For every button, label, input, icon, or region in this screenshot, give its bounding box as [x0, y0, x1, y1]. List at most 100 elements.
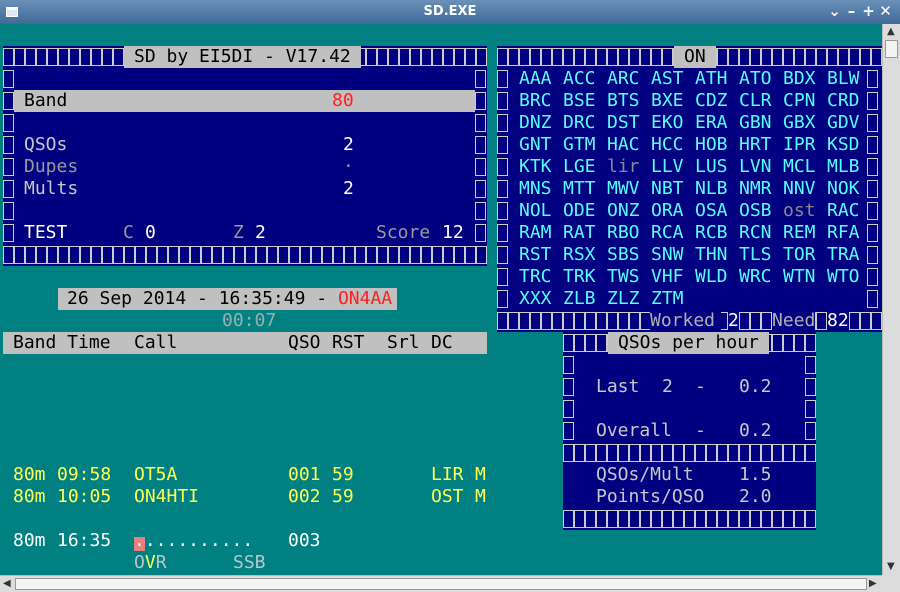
- vertical-scrollbar[interactable]: ▲ ▼: [882, 24, 900, 575]
- border-cell: [497, 136, 508, 154]
- scroll-down-icon[interactable]: ▼: [887, 561, 895, 572]
- border-cell: [475, 136, 486, 154]
- close-button[interactable]: ✕: [877, 2, 894, 20]
- multiplier-nok: NOK: [827, 178, 860, 199]
- border-cell: [783, 510, 794, 528]
- need-value: 82: [827, 310, 849, 332]
- rate-panel-border: [563, 442, 816, 464]
- log-col-qso: QSO: [288, 332, 321, 353]
- multiplier-onz: ONZ: [607, 200, 640, 221]
- horizontal-scrollbar[interactable]: ◀ ▶: [0, 575, 882, 592]
- border-cell: [739, 312, 750, 330]
- border-cell: [432, 48, 443, 66]
- border-cell: [585, 510, 596, 528]
- border-cell: [190, 246, 201, 264]
- multiplier-blw: BLW: [827, 68, 860, 89]
- border-cell: [849, 312, 860, 330]
- border-cell: [497, 202, 508, 220]
- border-cell: [651, 444, 662, 462]
- multiplier-rca: RCA: [651, 222, 684, 243]
- border-cell: [91, 246, 102, 264]
- multiplier-dnz: DNZ: [519, 112, 552, 133]
- multiplier-rcb: RCB: [695, 222, 728, 243]
- log-band: 80m: [13, 464, 46, 485]
- entry-qso-number: 003: [288, 530, 321, 551]
- scroll-right-icon[interactable]: ▶: [869, 578, 877, 589]
- multiplier-zlz: ZLZ: [607, 288, 640, 309]
- multiplier-panel-border: [497, 68, 509, 310]
- multiplier-gdv: GDV: [827, 112, 860, 133]
- border-cell: [574, 334, 585, 352]
- border-cell: [867, 246, 878, 264]
- multiplier-nmr: NMR: [739, 178, 772, 199]
- border-cell: [783, 334, 794, 352]
- multiplier-cpn: CPN: [783, 90, 816, 111]
- scroll-left-icon[interactable]: ◀: [3, 578, 11, 589]
- multiplier-xxx: XXX: [519, 288, 552, 309]
- maximize-button[interactable]: +: [860, 2, 877, 20]
- border-cell: [860, 48, 871, 66]
- multiplier-rbo: RBO: [607, 222, 640, 243]
- log-mult: LIR: [431, 464, 464, 485]
- border-cell: [377, 246, 388, 264]
- border-cell: [867, 268, 878, 286]
- border-cell: [871, 312, 882, 330]
- log-flag: M: [475, 486, 486, 507]
- menu-chevron-icon[interactable]: ⌄: [826, 2, 843, 20]
- multiplier-lvn: LVN: [739, 156, 772, 177]
- border-cell: [867, 114, 878, 132]
- multiplier-wrc: WRC: [739, 266, 772, 287]
- border-cell: [58, 246, 69, 264]
- call-entry-field[interactable]: ...........: [134, 530, 253, 552]
- border-cell: [135, 246, 146, 264]
- border-cell: [563, 356, 574, 374]
- minimize-button[interactable]: –: [843, 2, 860, 20]
- border-cell: [475, 202, 486, 220]
- multiplier-hac: HAC: [607, 134, 640, 155]
- border-cell: [783, 48, 794, 66]
- border-cell: [838, 48, 849, 66]
- multiplier-ode: ODE: [563, 200, 596, 221]
- border-cell: [574, 510, 585, 528]
- border-cell: [497, 290, 508, 308]
- ovr-r: R: [155, 552, 167, 573]
- datetime-text: 26 Sep 2014 - 16:35:49 -: [67, 288, 338, 309]
- multiplier-wto: WTO: [827, 266, 860, 287]
- border-cell: [607, 48, 618, 66]
- border-cell: [706, 510, 717, 528]
- scroll-up-icon[interactable]: ▲: [887, 26, 895, 37]
- border-cell: [497, 158, 508, 176]
- border-cell: [867, 158, 878, 176]
- border-cell: [706, 444, 717, 462]
- multiplier-mtt: MTT: [563, 178, 596, 199]
- border-cell: [497, 70, 508, 88]
- border-cell: [3, 114, 14, 132]
- border-cell: [816, 312, 827, 330]
- border-cell: [867, 224, 878, 242]
- border-cell: [867, 136, 878, 154]
- log-col-dc: DC: [431, 332, 453, 353]
- border-cell: [684, 444, 695, 462]
- multiplier-wtn: WTN: [783, 266, 816, 287]
- border-cell: [794, 444, 805, 462]
- border-cell: [662, 510, 673, 528]
- border-cell: [36, 48, 47, 66]
- border-cell: [223, 246, 234, 264]
- border-cell: [3, 136, 14, 154]
- mode-indicator: SSB: [233, 552, 266, 573]
- border-cell: [860, 312, 871, 330]
- multiplier-bts: BTS: [607, 90, 640, 111]
- vertical-scroll-thumb[interactable]: [885, 40, 898, 58]
- border-cell: [794, 510, 805, 528]
- border-cell: [497, 246, 508, 264]
- border-cell: [750, 312, 761, 330]
- horizontal-scroll-thumb[interactable]: [15, 578, 867, 590]
- border-cell: [805, 400, 816, 418]
- test-label: TEST: [24, 222, 68, 243]
- z-value: 2: [255, 222, 266, 243]
- operator-callsign: ON4AA: [337, 288, 393, 309]
- border-cell: [563, 510, 574, 528]
- border-cell: [563, 312, 574, 330]
- border-cell: [761, 48, 772, 66]
- program-title: SD by EI5DI - V17.42: [124, 46, 361, 68]
